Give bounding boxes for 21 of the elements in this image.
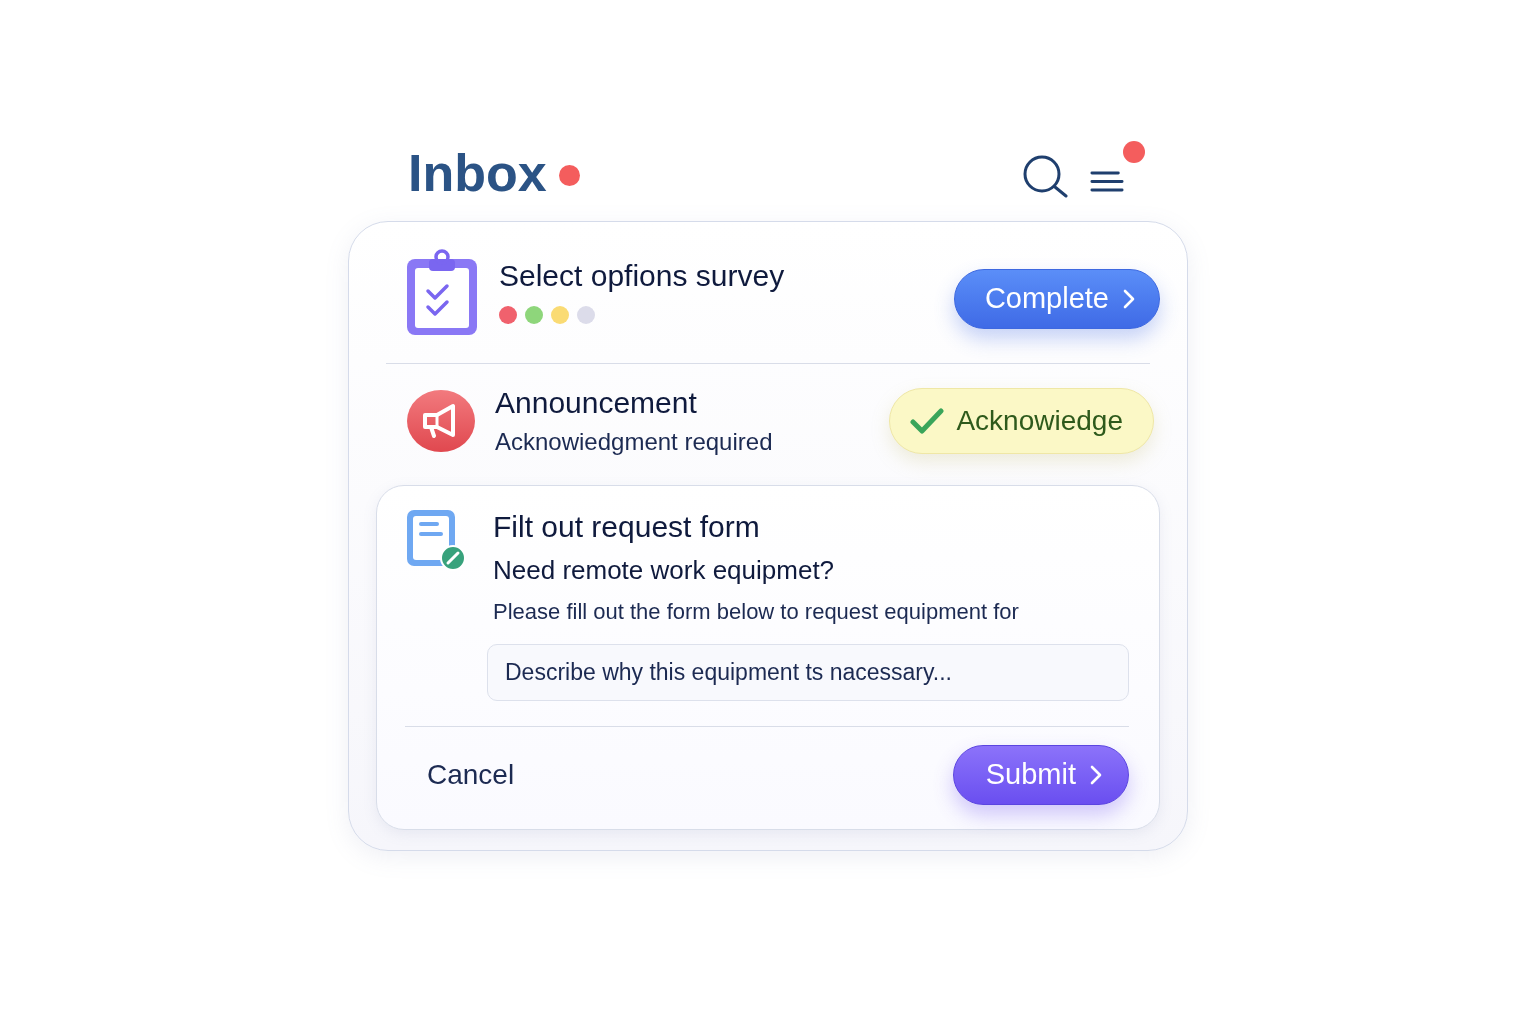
inbox-title: Inbox: [408, 143, 547, 203]
megaphone-icon: [407, 389, 475, 453]
chevron-right-icon: [1123, 289, 1135, 309]
acknowledge-button[interactable]: Acknowiedge: [889, 388, 1154, 454]
item-title: Select opfions survey: [499, 258, 786, 294]
cancel-button[interactable]: Cancel: [427, 758, 515, 792]
clipboard-check-icon: [405, 249, 479, 337]
form-description: Please fill out the form below to request equipment for: [493, 598, 1020, 626]
complete-button[interactable]: Complete: [953, 269, 1160, 329]
chevron-right-icon: [1090, 765, 1102, 785]
item-subtitle: Acknowiedgment required: [495, 427, 774, 457]
item-title: Announcement: [495, 385, 698, 421]
submit-button[interactable]: Submit: [952, 745, 1129, 805]
item-title: Filt out request form: [493, 509, 761, 545]
document-pencil-icon: [405, 508, 467, 572]
search-icon: [1022, 155, 1068, 199]
form-question: Need remote work equipmet?: [493, 554, 836, 586]
menu-icon: [1090, 169, 1124, 193]
checkmark-icon: [910, 407, 945, 435]
search-button[interactable]: [1022, 155, 1068, 199]
reason-input-field[interactable]: Describe why this equipment ts nacessary...: [487, 644, 1129, 701]
